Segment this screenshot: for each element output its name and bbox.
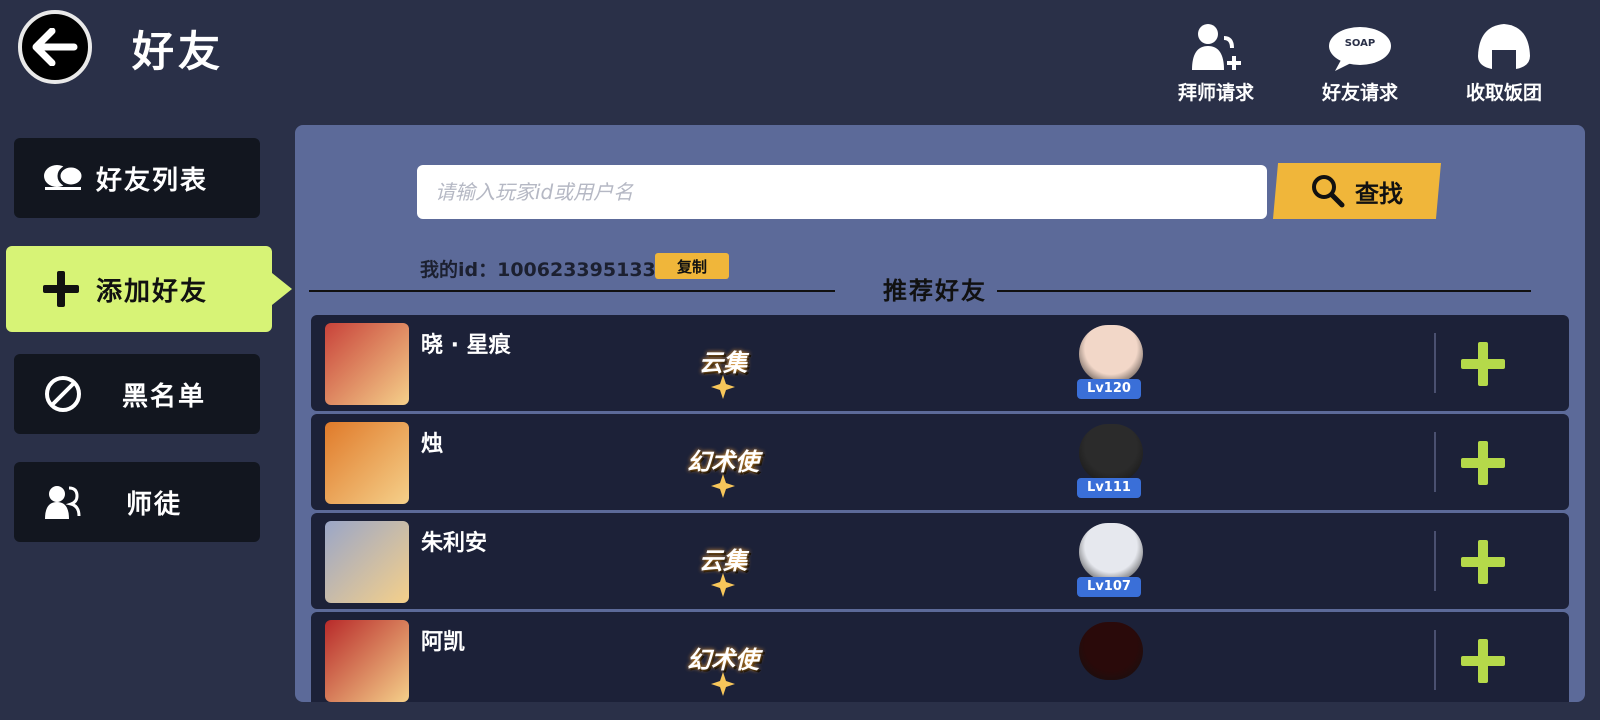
character-portrait [1079,325,1143,383]
rice-ball-button[interactable]: 收取饭团 [1449,20,1559,105]
my-id: 我的id：100623395133 [420,259,656,281]
sidebar-item-label: 师徒 [126,489,183,520]
sidebar-item-label: 添加好友 [96,276,209,307]
add-friend-panel: 查找 我的id：100623395133 复制 推荐好友 晓 · 星痕 云集 L… [295,125,1585,702]
block-icon [40,374,86,414]
search-icon [1312,175,1345,208]
search-button[interactable]: 查找 [1273,163,1441,219]
mentor-request-label: 拜师请求 [1177,82,1254,104]
friend-avatar[interactable] [325,521,409,603]
sidebar-item-label: 黑名单 [122,381,207,412]
mentor-request-icon [1192,24,1241,70]
title-badge-text: 幻术使 [687,646,759,674]
sparkle-icon [711,474,735,498]
back-button[interactable] [18,10,92,84]
character-level: Lv111 [1077,478,1141,498]
friend-request-label: 好友请求 [1321,82,1398,104]
character-portrait [1079,622,1143,680]
sidebar-item-add-friend[interactable]: 添加好友 [6,246,292,332]
row-divider [1434,531,1436,591]
divider-left [309,290,835,292]
recommend-title: 推荐好友 [883,277,987,305]
add-friend-button[interactable] [1459,538,1507,586]
sidebar-item-blacklist[interactable]: 黑名单 [14,354,260,434]
row-divider [1434,630,1436,690]
sidebar-item-mentor[interactable]: 师徒 [14,462,260,542]
page-title: 好友 [132,27,225,76]
friend-avatar[interactable] [325,323,409,405]
title-badge: 云集 [683,335,763,399]
svg-text:SOAP: SOAP [1345,38,1376,49]
friend-name: 朱利安 [421,531,488,556]
friend-name: 烛 [421,432,444,457]
back-arrow-icon [32,28,78,66]
friend-avatar[interactable] [325,422,409,504]
rice-ball-label: 收取饭团 [1465,82,1542,104]
rice-ball-icon [1478,24,1530,70]
title-badge: 云集 [683,533,763,597]
mentor-request-button[interactable]: 拜师请求 [1161,20,1271,105]
add-friend-button[interactable] [1459,439,1507,487]
title-badge-text: 云集 [699,547,747,575]
add-friend-button[interactable] [1459,340,1507,388]
friend-name: 晓 · 星痕 [421,333,511,358]
friend-request-icon: SOAP [1329,27,1391,71]
title-badge-text: 幻术使 [687,448,759,476]
sidebar-item-label: 好友列表 [96,165,209,196]
add-friend-button[interactable] [1459,637,1507,685]
character-level: Lv107 [1077,577,1141,597]
friend-row: 朱利安 云集 Lv107 [311,513,1569,609]
character-level: Lv120 [1077,379,1141,399]
divider-right [997,290,1531,292]
title-badge: 幻术使 [683,434,763,498]
copy-id-button[interactable]: 复制 [655,253,729,279]
sidebar-item-friends-list[interactable]: 好友列表 [14,138,260,218]
sparkle-icon [711,573,735,597]
sparkle-icon [711,375,735,399]
title-badge-text: 云集 [699,349,747,377]
search-button-label: 查找 [1355,179,1403,208]
row-divider [1434,333,1436,393]
friend-row: 烛 幻术使 Lv111 [311,414,1569,510]
mentor-icon [40,484,86,520]
sparkle-icon [711,672,735,696]
friends-list-icon [40,163,86,193]
character-portrait [1079,424,1143,482]
search-input[interactable] [433,179,1267,205]
plus-icon [38,269,84,309]
row-divider [1434,432,1436,492]
friend-avatar[interactable] [325,620,409,702]
friend-row: 晓 · 星痕 云集 Lv120 [311,315,1569,411]
friend-name: 阿凯 [421,630,466,655]
friend-request-button[interactable]: SOAP 好友请求 [1305,20,1415,105]
search-field[interactable] [417,165,1267,219]
character-portrait [1079,523,1143,581]
active-tab-pointer [272,273,292,305]
title-badge: 幻术使 [683,632,763,696]
friend-row: 阿凯 幻术使 [311,612,1569,702]
